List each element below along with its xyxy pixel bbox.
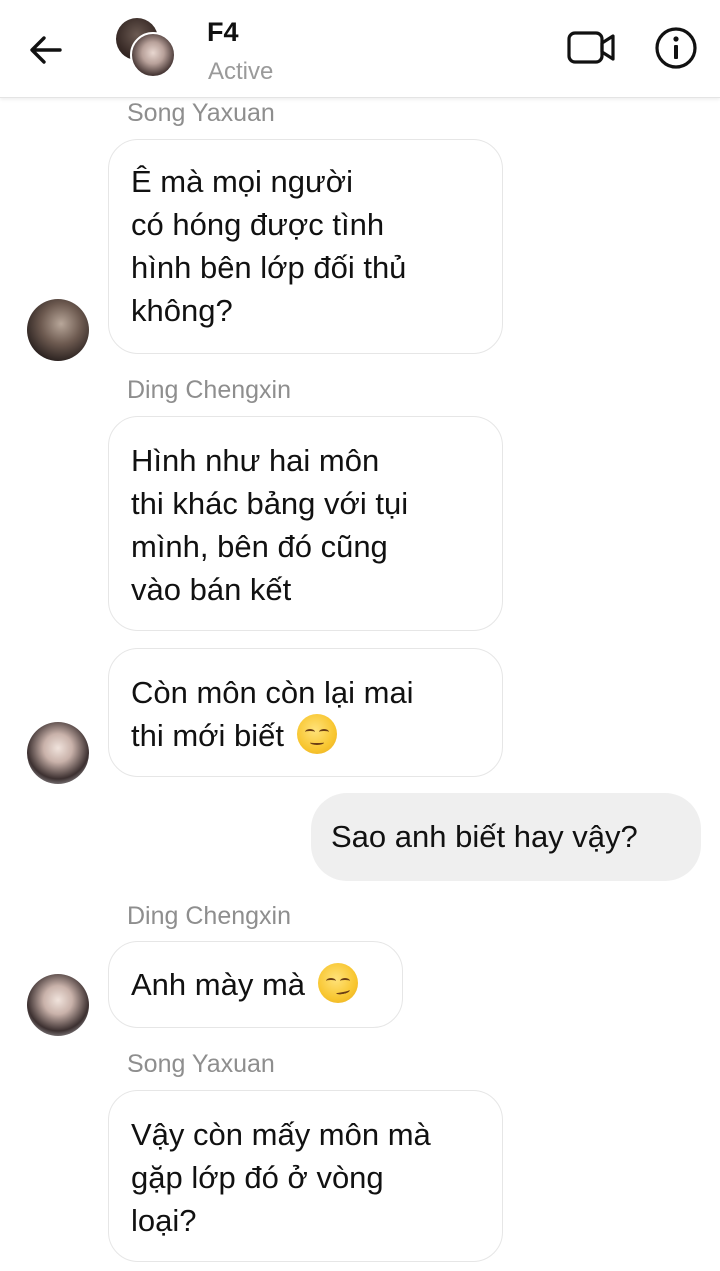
message-bubble[interactable]: Anh mày mà xyxy=(108,941,403,1028)
message-text-line: thi mới biết xyxy=(131,714,480,757)
info-button[interactable] xyxy=(654,26,698,70)
avatar xyxy=(130,32,176,78)
back-button[interactable] xyxy=(26,30,66,70)
video-call-button[interactable] xyxy=(566,28,618,68)
conversation-title[interactable]: F4 xyxy=(207,17,239,48)
sender-name: Ding Chengxin xyxy=(127,902,291,930)
sender-name: Song Yaxuan xyxy=(127,99,275,127)
avatar[interactable] xyxy=(27,974,89,1036)
relieved-face-icon xyxy=(296,714,337,754)
video-camera-icon xyxy=(567,31,615,64)
message-bubble[interactable]: Vậy còn mấy môn mà gặp lớp đó ở vòng loạ… xyxy=(108,1090,503,1262)
message-bubble[interactable]: Hình như hai môn thi khác bảng với tụi m… xyxy=(108,416,503,631)
sender-name: Song Yaxuan xyxy=(127,1050,275,1078)
sender-name: Ding Chengxin xyxy=(127,376,291,404)
chat-header: F4 Active xyxy=(0,0,720,98)
message-text: thi mới biết xyxy=(131,718,284,753)
avatar[interactable] xyxy=(27,299,89,361)
message-bubble[interactable]: Còn môn còn lại mai thi mới biết xyxy=(108,648,503,777)
arrow-left-icon xyxy=(30,36,62,64)
info-icon xyxy=(655,27,697,69)
group-avatar[interactable] xyxy=(114,16,178,80)
message-text: Anh mày mà xyxy=(131,967,306,1002)
message-text: Còn môn còn lại mai xyxy=(131,675,414,710)
outgoing-message-bubble[interactable]: Sao anh biết hay vậy? xyxy=(311,793,701,881)
message-bubble[interactable]: Ê mà mọi người có hóng được tình hình bê… xyxy=(108,139,503,354)
smirking-face-icon xyxy=(317,963,358,1003)
active-status: Active xyxy=(208,58,274,85)
avatar[interactable] xyxy=(27,722,89,784)
